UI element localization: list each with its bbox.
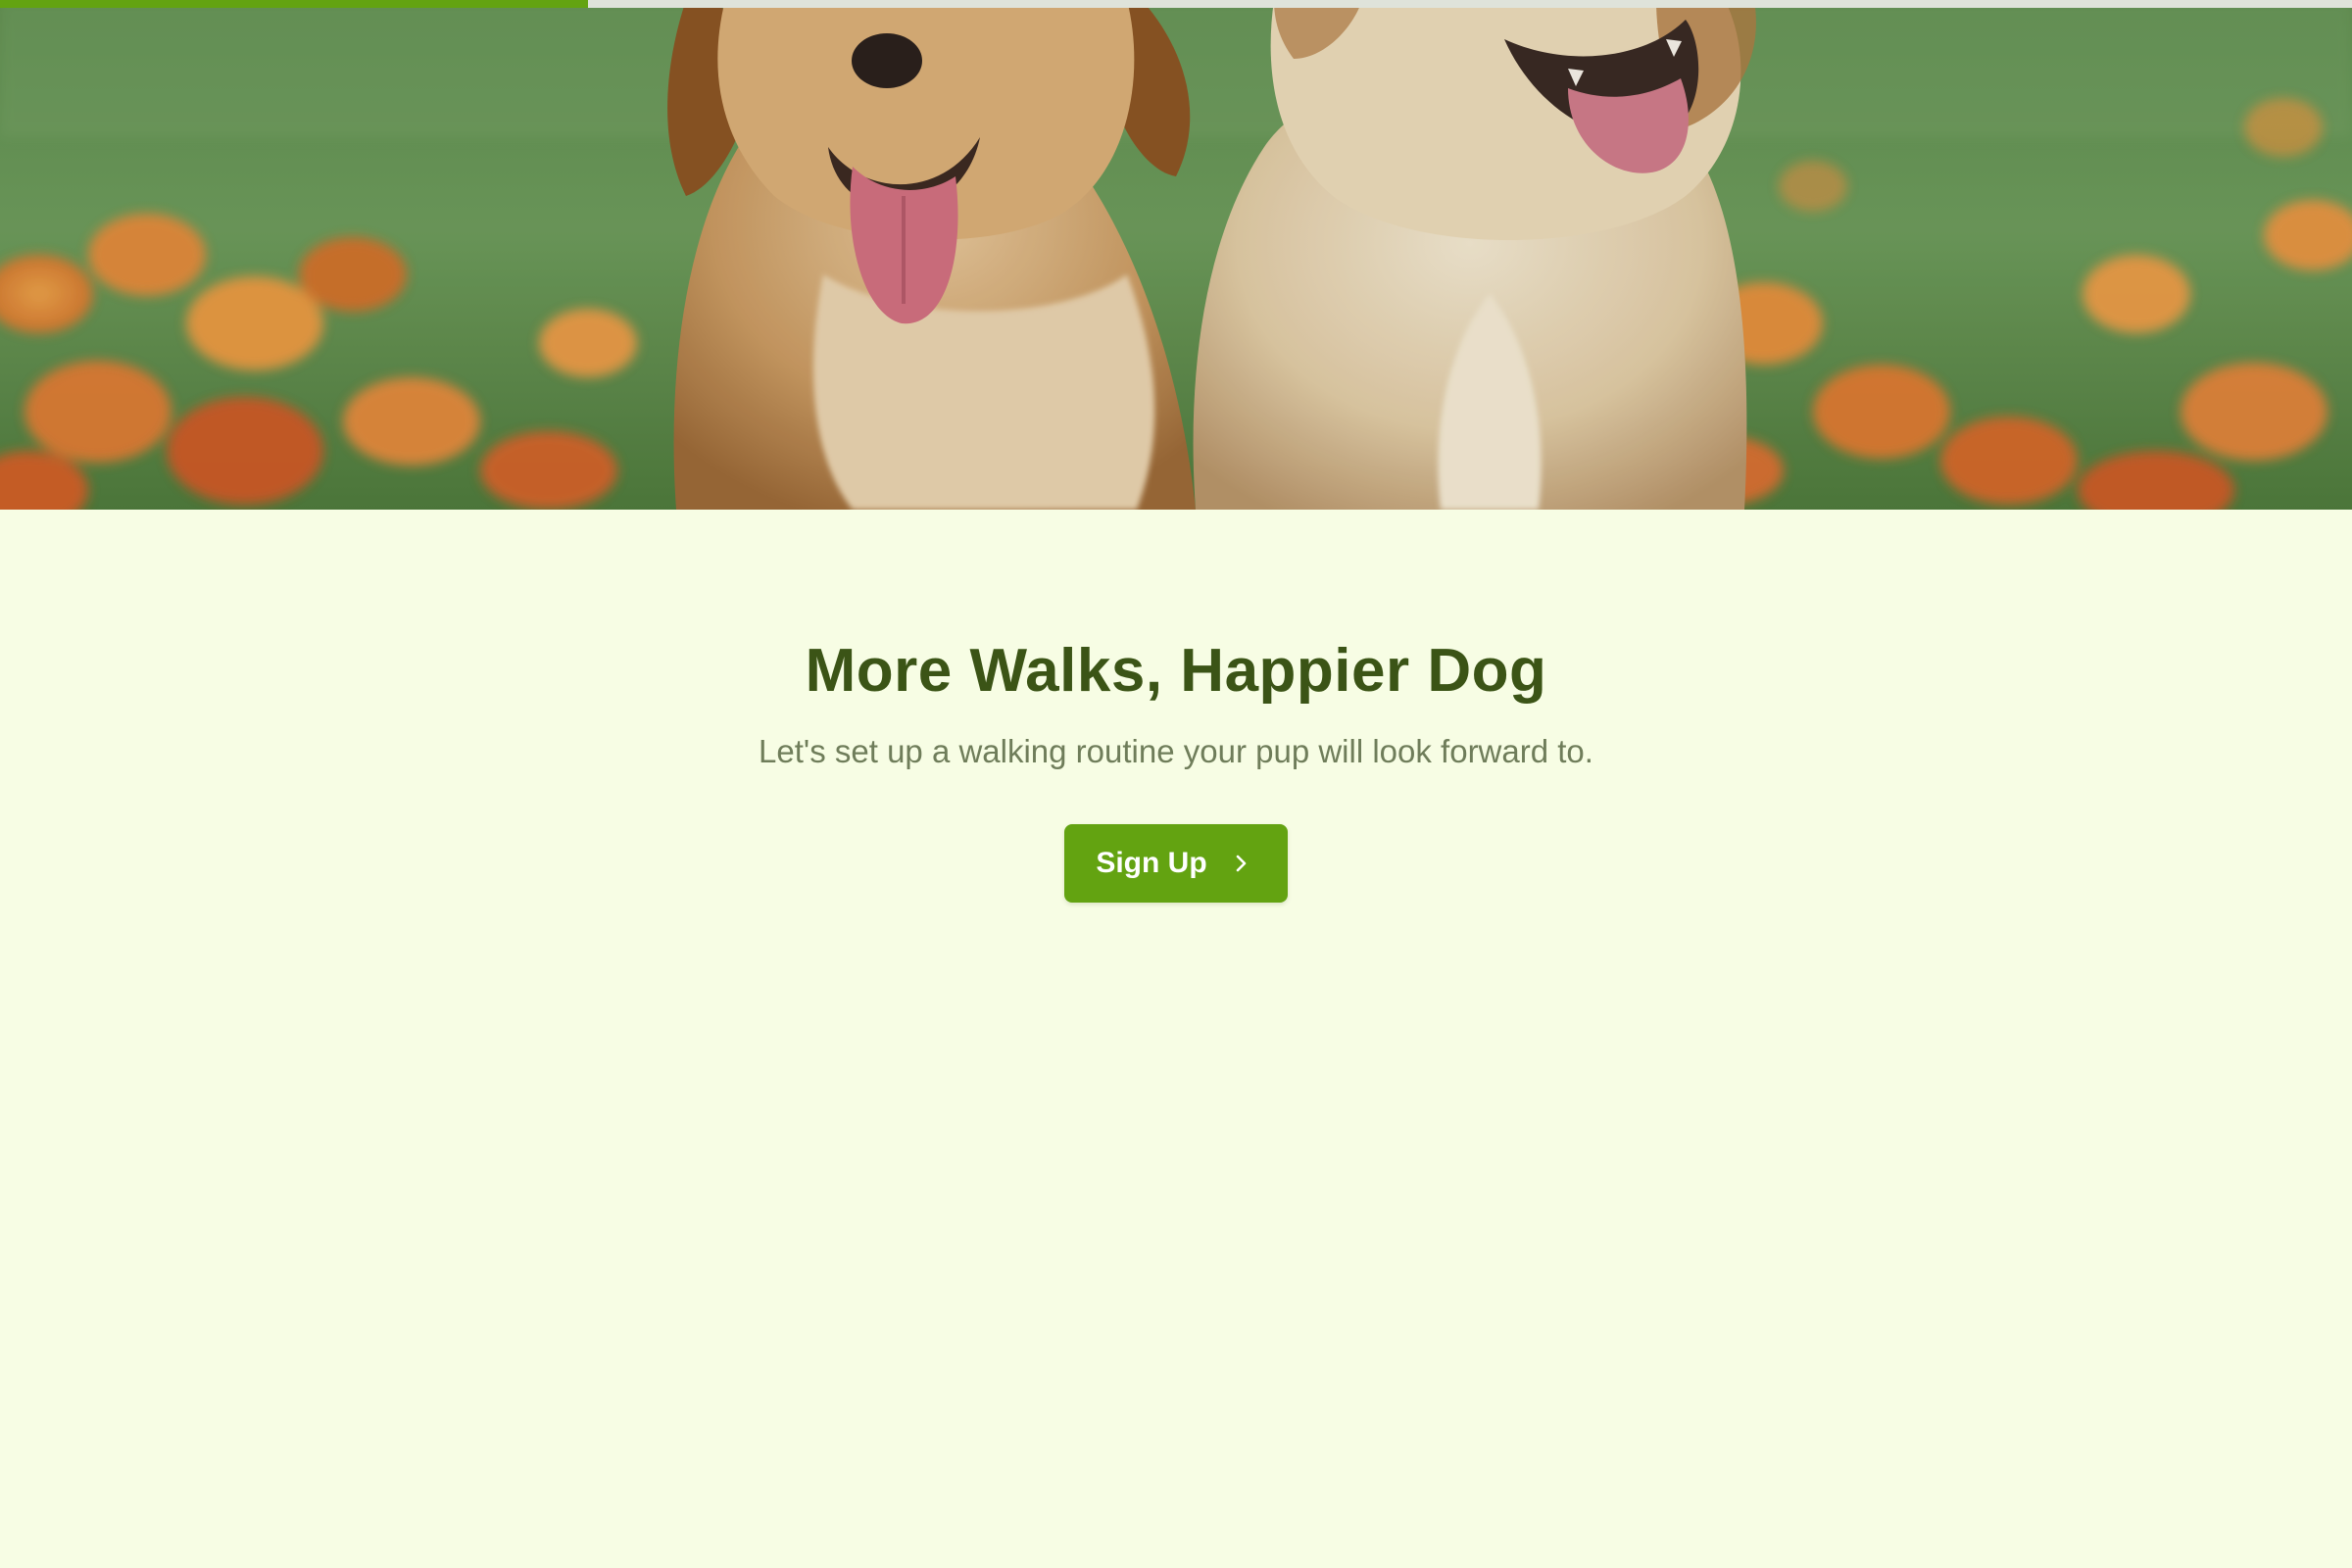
intro-section: More Walks, Happier Dog Let's set up a w… <box>0 510 2352 904</box>
onboarding-page: More Walks, Happier Dog Let's set up a w… <box>0 0 2352 1568</box>
sign-up-button-label: Sign Up <box>1096 847 1207 880</box>
page-title: More Walks, Happier Dog <box>805 637 1547 705</box>
page-subtitle: Let's set up a walking routine your pup … <box>759 733 1593 770</box>
hero-image <box>0 0 2352 510</box>
chevron-right-icon <box>1229 852 1252 875</box>
sign-up-button[interactable]: Sign Up <box>1064 824 1288 904</box>
progress-bar-fill <box>0 0 588 8</box>
progress-bar <box>0 0 2352 8</box>
